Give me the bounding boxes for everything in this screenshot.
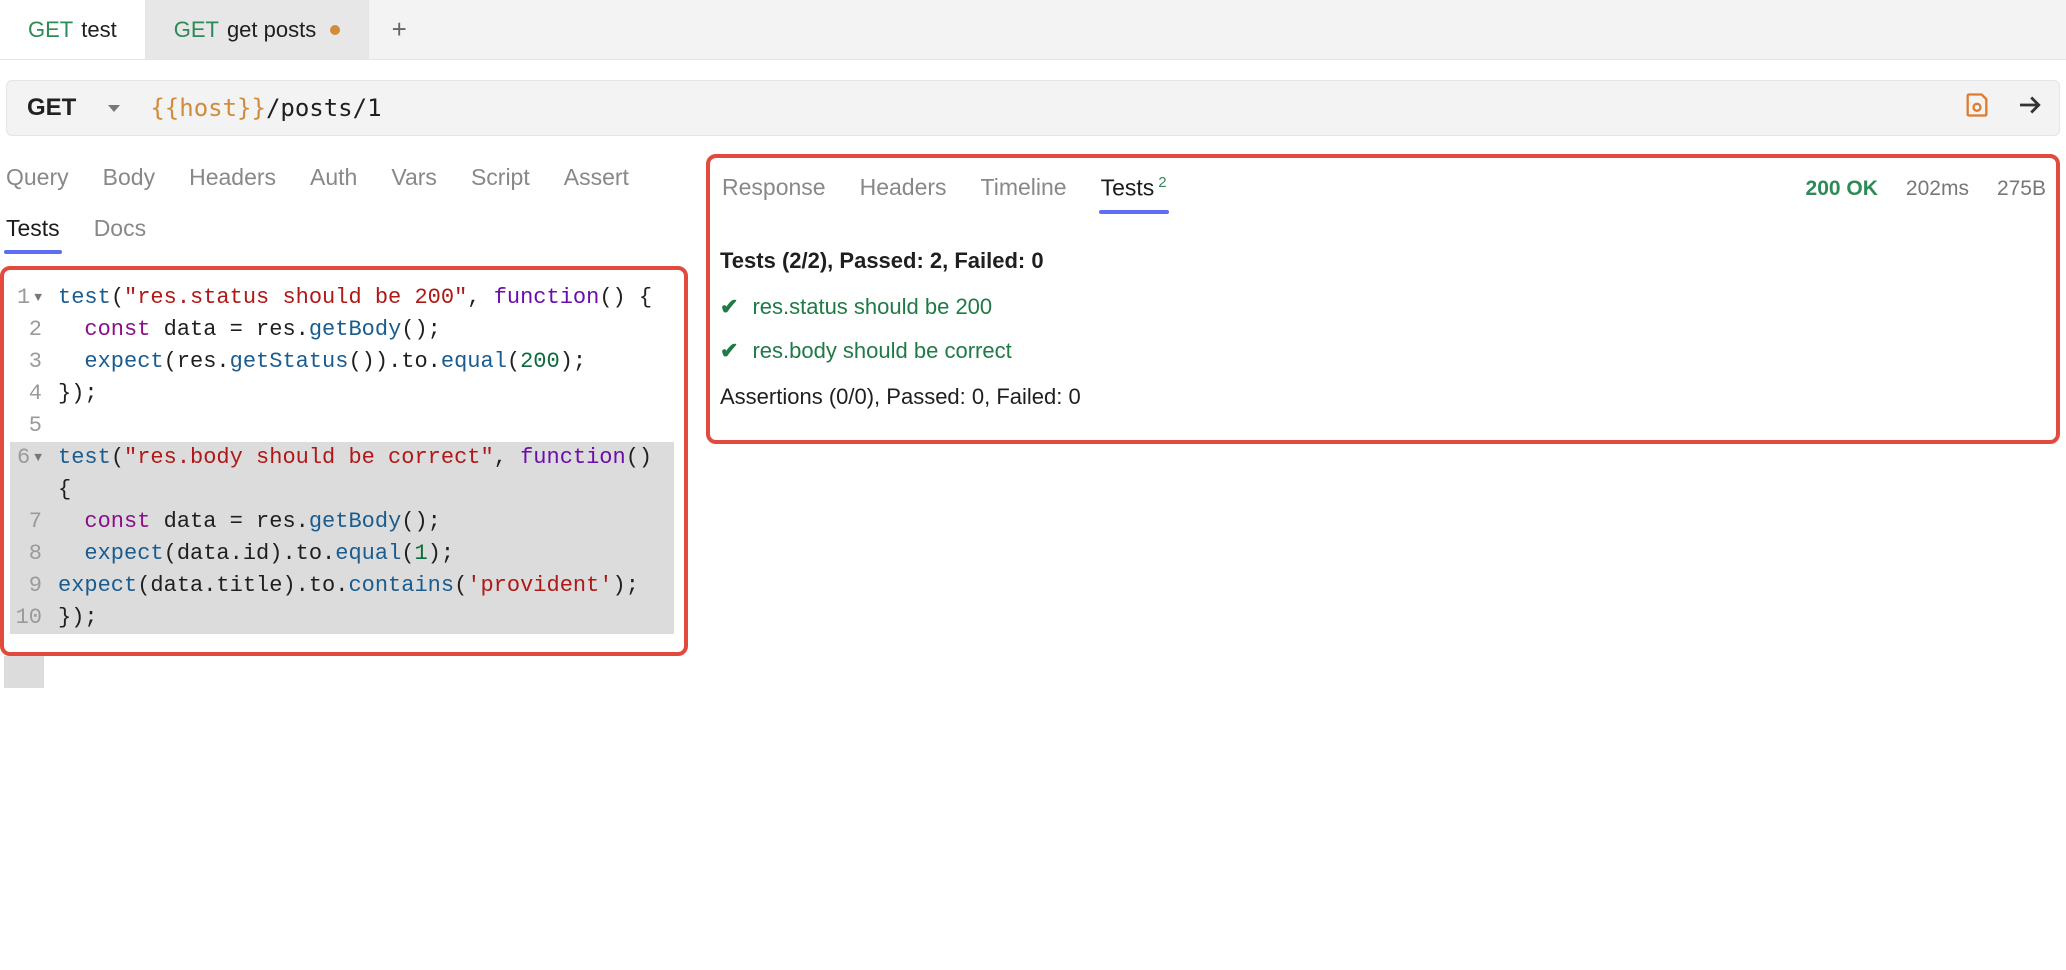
tab-query[interactable]: Query: [4, 158, 71, 199]
line-number: 9: [10, 570, 52, 602]
code-content: expect(res.getStatus()).to.equal(200);: [52, 346, 674, 378]
tab-body[interactable]: Body: [101, 158, 157, 199]
request-subtabs-row1: Query Body Headers Auth Vars Script Assert: [0, 148, 688, 209]
code-content: [52, 410, 674, 442]
check-icon: ✔: [720, 294, 738, 320]
test-pass-line: ✔ res.body should be correct: [720, 338, 2034, 364]
code-line[interactable]: 5: [10, 410, 674, 442]
test-summary: Tests (2/2), Passed: 2, Failed: 0: [720, 248, 2034, 274]
test-pass-line: ✔ res.status should be 200: [720, 294, 2034, 320]
code-content: expect(data.id).to.equal(1);: [52, 538, 674, 570]
chevron-down-icon: [108, 105, 120, 112]
code-line[interactable]: 7 const data = res.getBody();: [10, 506, 674, 538]
line-number: 6▼: [10, 442, 52, 506]
fold-icon[interactable]: ▼: [34, 442, 42, 474]
line-number: 4: [10, 378, 52, 410]
tab-label: test: [81, 17, 116, 43]
code-content: test("res.body should be correct", funct…: [52, 442, 674, 506]
response-size: 275B: [1997, 177, 2046, 201]
code-content: const data = res.getBody();: [52, 314, 674, 346]
tab-vars[interactable]: Vars: [389, 158, 439, 199]
request-subtabs-row2: Tests Docs: [0, 209, 688, 260]
http-method-select[interactable]: GET: [27, 94, 144, 122]
send-arrow-icon[interactable]: [2015, 90, 2045, 126]
response-time: 202ms: [1906, 177, 1969, 201]
line-number: 2: [10, 314, 52, 346]
line-number: 1▼: [10, 282, 52, 314]
code-line[interactable]: 9expect(data.title).to.contains('provide…: [10, 570, 674, 602]
line-number: 7: [10, 506, 52, 538]
request-pane: Query Body Headers Auth Vars Script Assert Tes…: [0, 148, 688, 688]
code-content: });: [52, 602, 674, 634]
response-subtabs: Response Headers Timeline Tests2 200 OK 202ms…: [716, 158, 2046, 220]
code-line[interactable]: 6▼test("res.body should be correct", fun…: [10, 442, 674, 506]
response-pane: Response Headers Timeline Tests2 200 OK 202ms…: [706, 148, 2060, 688]
tab-tests[interactable]: Tests: [4, 209, 62, 250]
code-line[interactable]: 2 const data = res.getBody();: [10, 314, 674, 346]
http-method-label: GET: [27, 94, 76, 122]
unsaved-dot-icon: [330, 25, 340, 35]
url-path: /posts/1: [266, 94, 382, 122]
tab-label: get posts: [227, 17, 316, 43]
tab-headers[interactable]: Headers: [858, 168, 949, 209]
tab-response[interactable]: Response: [720, 168, 828, 209]
tab-timeline[interactable]: Timeline: [979, 168, 1069, 209]
code-line[interactable]: 1▼test("res.status should be 200", funct…: [10, 282, 674, 314]
file-tab[interactable]: GET test: [0, 0, 146, 59]
test-pass-label: res.body should be correct: [752, 338, 1011, 364]
new-tab-button[interactable]: +: [369, 0, 429, 59]
cursor-indicator: [4, 656, 44, 688]
file-tabs: GET test GET get posts +: [0, 0, 2066, 60]
code-content: test("res.status should be 200", functio…: [52, 282, 674, 314]
test-pass-label: res.status should be 200: [752, 294, 992, 320]
tab-docs[interactable]: Docs: [92, 209, 148, 250]
line-number: 3: [10, 346, 52, 378]
tests-code-editor[interactable]: 1▼test("res.status should be 200", funct…: [10, 282, 674, 634]
tab-assert[interactable]: Assert: [562, 158, 631, 199]
results-highlight: Response Headers Timeline Tests2 200 OK 202ms…: [706, 154, 2060, 444]
fold-icon[interactable]: ▼: [34, 282, 42, 314]
file-tab[interactable]: GET get posts: [146, 0, 370, 59]
tab-tests[interactable]: Tests2: [1099, 168, 1169, 210]
tests-count-badge: 2: [1158, 174, 1166, 191]
code-content: });: [52, 378, 674, 410]
url-variable: {{host}}: [150, 94, 266, 122]
request-url-bar: GET {{host}}/posts/1: [6, 80, 2060, 136]
code-line[interactable]: 10});: [10, 602, 674, 634]
tab-method: GET: [174, 17, 219, 43]
assertions-summary: Assertions (0/0), Passed: 0, Failed: 0: [720, 384, 2034, 410]
tab-headers[interactable]: Headers: [187, 158, 278, 199]
tab-method: GET: [28, 17, 73, 43]
line-number: 5: [10, 410, 52, 442]
check-icon: ✔: [720, 338, 738, 364]
code-content: const data = res.getBody();: [52, 506, 674, 538]
code-editor-highlight: 1▼test("res.status should be 200", funct…: [0, 266, 688, 656]
line-number: 10: [10, 602, 52, 634]
save-icon[interactable]: [1963, 91, 1991, 125]
test-results: Tests (2/2), Passed: 2, Failed: 0 ✔ res.s…: [716, 220, 2046, 422]
code-line[interactable]: 4});: [10, 378, 674, 410]
response-meta: 200 OK 202ms 275B: [1806, 177, 2046, 201]
tab-script[interactable]: Script: [469, 158, 532, 199]
code-line[interactable]: 3 expect(res.getStatus()).to.equal(200);: [10, 346, 674, 378]
code-content: expect(data.title).to.contains('providen…: [52, 570, 674, 602]
line-number: 8: [10, 538, 52, 570]
url-input[interactable]: {{host}}/posts/1: [144, 94, 1963, 122]
code-line[interactable]: 8 expect(data.id).to.equal(1);: [10, 538, 674, 570]
response-status: 200 OK: [1806, 177, 1878, 201]
tab-auth[interactable]: Auth: [308, 158, 359, 199]
